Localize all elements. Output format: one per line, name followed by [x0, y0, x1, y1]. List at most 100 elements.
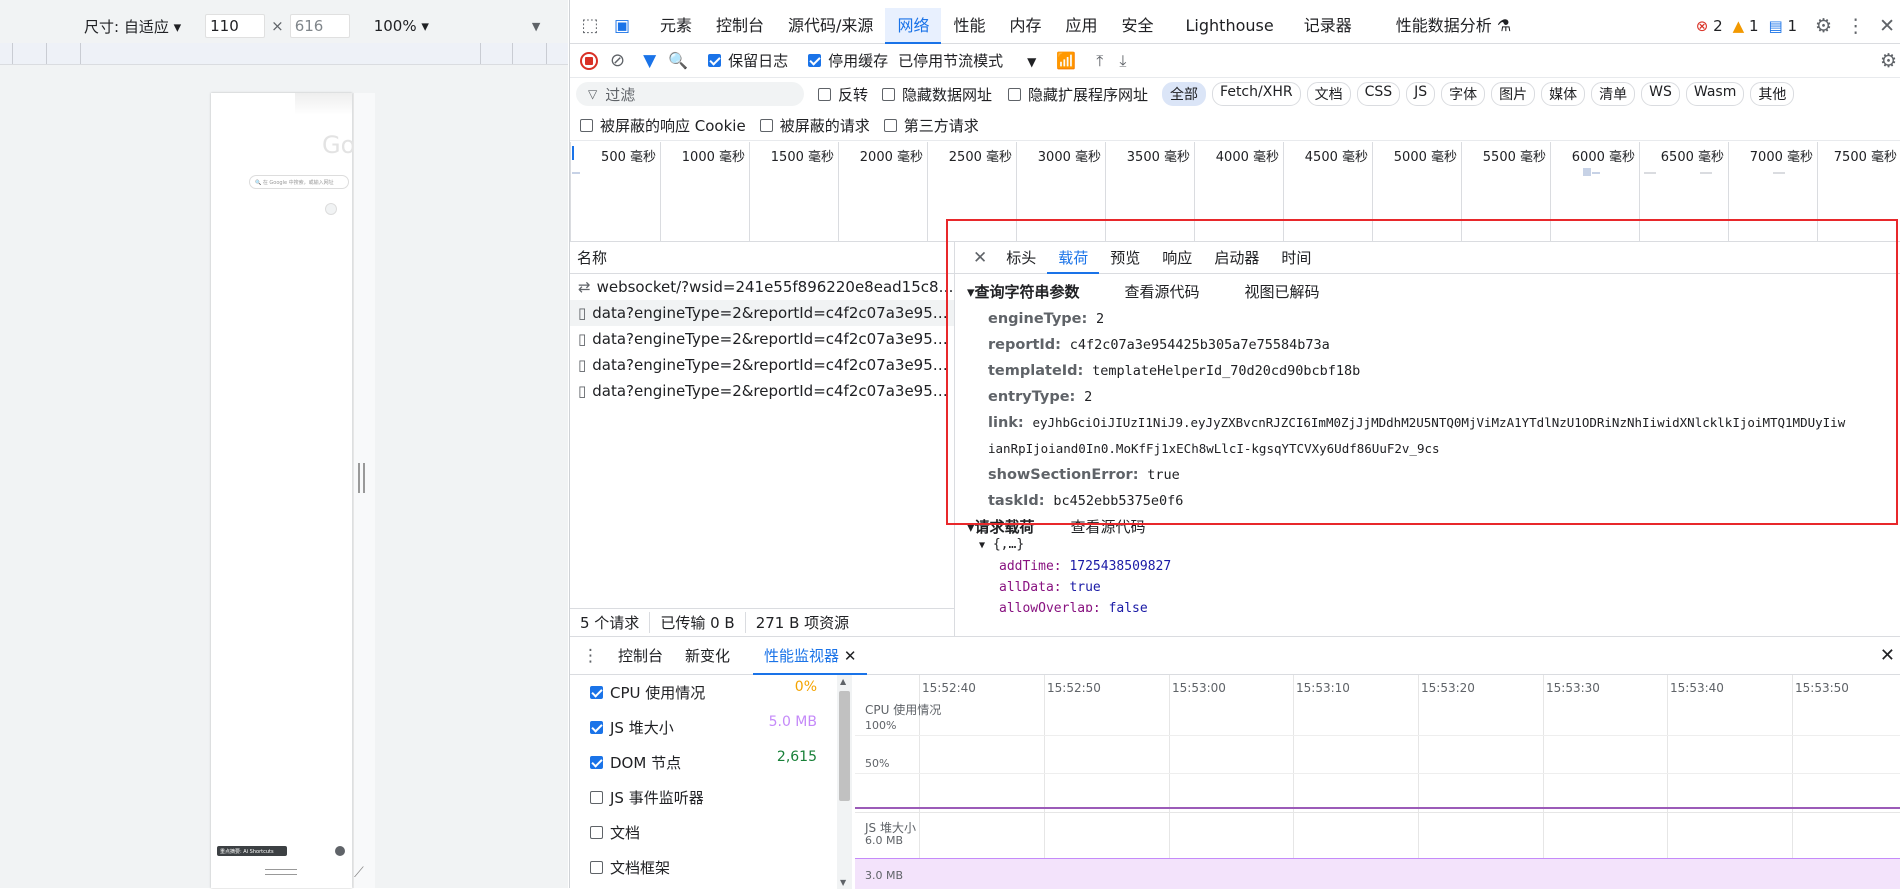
- more-options-icon[interactable]: ⋮: [1846, 15, 1865, 37]
- disable-cache-checkbox[interactable]: 停用缓存: [808, 50, 888, 71]
- info-badge[interactable]: ▤ 1: [1769, 17, 1798, 35]
- metric-js-listeners[interactable]: JS 事件监听器: [570, 780, 837, 815]
- height-input[interactable]: 616: [289, 14, 350, 38]
- request-row[interactable]: ▯ data?engineType=2&reportId=c4f2c07a3e95…: [570, 300, 954, 326]
- width-input[interactable]: 110: [205, 14, 266, 38]
- close-drawer-icon[interactable]: ✕: [1880, 645, 1895, 666]
- timeline-tick: 1000 毫秒: [660, 142, 749, 242]
- more-device-options-icon[interactable]: ▼: [532, 20, 540, 33]
- metric-frames[interactable]: 文档框架: [570, 850, 837, 885]
- payload-tree-root[interactable]: ▼ {,…}: [955, 534, 1900, 556]
- record-stop-icon[interactable]: [580, 51, 598, 70]
- drawer-tab-performance-monitor[interactable]: 性能监视器 ✕: [753, 637, 868, 675]
- tab-lighthouse[interactable]: Lighthouse: [1166, 8, 1286, 44]
- invert-checkbox[interactable]: 反转: [818, 84, 868, 105]
- request-list-header[interactable]: 名称: [570, 242, 954, 274]
- payload-key: allData:: [999, 580, 1062, 595]
- search-icon[interactable]: 🔍: [668, 51, 688, 70]
- metric-documents[interactable]: 文档: [570, 815, 837, 850]
- request-row[interactable]: ▯ data?engineType=2&reportId=c4f2c07a3e95…: [570, 378, 954, 404]
- phone-shortcut-icon[interactable]: [325, 203, 337, 215]
- export-har-icon[interactable]: ⤓: [1119, 51, 1126, 71]
- tab-console[interactable]: 控制台: [704, 8, 776, 44]
- phone-scrollbar[interactable]: [353, 93, 375, 888]
- zoom-label: 100%: [373, 17, 417, 35]
- throttling-dropdown[interactable]: 已停用节流模式 ▼: [898, 50, 1036, 71]
- chart-time-label: 15:53:30: [1546, 681, 1600, 695]
- disable-cache-label: 停用缓存: [828, 52, 889, 70]
- tab-performance-insights[interactable]: 性能数据分析 ⚗: [1364, 8, 1523, 44]
- settings-gear-icon[interactable]: ⚙: [1815, 15, 1832, 37]
- flask-icon: ⚗: [1496, 15, 1512, 35]
- tab-performance[interactable]: 性能: [941, 8, 997, 44]
- filter-chip-js[interactable]: JS: [1406, 82, 1436, 106]
- filter-chip-doc[interactable]: 文档: [1306, 82, 1351, 106]
- metric-dom-nodes[interactable]: DOM 节点 2,615: [570, 745, 837, 780]
- network-settings-gear-icon[interactable]: ⚙: [1880, 50, 1897, 72]
- drawer-tab-console[interactable]: 控制台: [607, 637, 674, 675]
- tab-memory[interactable]: 内存: [997, 8, 1053, 44]
- filter-icon[interactable]: ▼: [643, 51, 656, 71]
- timeline-tick: 1500 毫秒: [749, 142, 838, 242]
- resize-handle-icon[interactable]: [358, 463, 360, 493]
- filter-chip-all[interactable]: 全部: [1162, 82, 1207, 106]
- network-conditions-icon[interactable]: 📶: [1056, 51, 1076, 70]
- filter-chip-fetch-xhr[interactable]: Fetch/XHR: [1212, 82, 1301, 106]
- close-tab-icon[interactable]: ✕: [844, 647, 857, 665]
- warning-badge[interactable]: ▲ 1: [1733, 17, 1759, 35]
- corner-resize-icon[interactable]: ⟋: [354, 866, 368, 880]
- phone-bottom-pill[interactable]: 重点摘要: Ai Shortcuts: [217, 846, 287, 856]
- metric-cpu[interactable]: CPU 使用情况 0%: [570, 675, 837, 710]
- third-party-checkbox[interactable]: 第三方请求: [883, 115, 979, 136]
- devtools-tabbar: ⬚ ▣ 元素 控制台 源代码/来源 网络 性能 内存 应用 安全 Lightho…: [570, 7, 1900, 44]
- error-badge[interactable]: ⊗ 2: [1696, 17, 1723, 35]
- tab-network[interactable]: 网络: [885, 7, 942, 44]
- drawer-menu-icon[interactable]: ⋮: [582, 646, 599, 666]
- bottom-resize-handle-icon[interactable]: [265, 869, 297, 875]
- tab-recorder[interactable]: 记录器: [1286, 8, 1364, 44]
- import-har-icon[interactable]: ⤒: [1096, 51, 1103, 71]
- request-row[interactable]: ⇄ websocket/?wsid=241e55f896220e8ead15c81…: [570, 274, 954, 300]
- clear-icon[interactable]: ⊘: [610, 50, 625, 71]
- metrics-scrollbar[interactable]: ▲ ▼: [837, 675, 852, 889]
- transferred-size: 已传输 0 B: [650, 612, 746, 633]
- bottom-drawer: ⋮ 控制台 新变化 性能监视器 ✕ ✕ CPU 使用情况 0% JS 堆大小 5.0…: [570, 636, 1900, 889]
- drawer-tab-changes[interactable]: 新变化: [674, 637, 741, 675]
- metric-js-heap[interactable]: JS 堆大小 5.0 MB: [570, 710, 837, 745]
- filter-chip-manifest[interactable]: 清单: [1591, 82, 1636, 106]
- phone-edit-icon[interactable]: [335, 846, 345, 856]
- hide-data-urls-checkbox[interactable]: 隐藏数据网址: [882, 84, 992, 105]
- device-size-dropdown[interactable]: 尺寸: 自适应 ▾: [84, 16, 181, 37]
- request-name: data?engineType=2&reportId=c4f2c07a3e954…: [592, 304, 954, 322]
- filter-chip-ws[interactable]: WS: [1641, 82, 1680, 106]
- metrics-scroll-thumb[interactable]: [839, 691, 850, 801]
- tab-sources[interactable]: 源代码/来源: [776, 8, 885, 44]
- request-row[interactable]: ▯ data?engineType=2&reportId=c4f2c07a3e95…: [570, 326, 954, 352]
- preserve-log-checkbox[interactable]: 保留日志: [708, 50, 788, 71]
- filter-chip-wasm[interactable]: Wasm: [1685, 82, 1745, 106]
- filter-input[interactable]: ▽ 过滤: [576, 82, 804, 106]
- tab-security[interactable]: 安全: [1110, 8, 1166, 44]
- device-toggle-icon[interactable]: ▣: [612, 16, 632, 36]
- blocked-cookies-checkbox[interactable]: 被屏蔽的响应 Cookie: [580, 115, 746, 136]
- close-devtools-icon[interactable]: ✕: [1879, 15, 1895, 37]
- device-screen[interactable]: Go 🔍 在 Google 中搜索，或输入网址 重点摘要: Ai Shortcu…: [211, 93, 355, 888]
- phone-search-placeholder: 在 Google 中搜索，或输入网址: [262, 180, 334, 186]
- tab-performance-insights-label: 性能数据分析: [1395, 15, 1492, 35]
- phone-search-box[interactable]: 🔍 在 Google 中搜索，或输入网址: [249, 175, 349, 189]
- filter-chip-img[interactable]: 图片: [1491, 82, 1536, 106]
- blocked-requests-checkbox[interactable]: 被屏蔽的请求: [759, 115, 870, 136]
- filter-chip-other[interactable]: 其他: [1750, 82, 1795, 106]
- inspect-element-icon[interactable]: ⬚: [580, 15, 600, 36]
- request-row[interactable]: ▯ data?engineType=2&reportId=c4f2c07a3e95…: [570, 352, 954, 378]
- hide-extension-urls-checkbox[interactable]: 隐藏扩展程序网址: [1008, 84, 1148, 105]
- filter-chip-css[interactable]: CSS: [1356, 82, 1401, 106]
- tab-elements[interactable]: 元素: [648, 8, 704, 44]
- filter-chip-font[interactable]: 字体: [1441, 82, 1486, 106]
- tab-application[interactable]: 应用: [1053, 8, 1109, 44]
- scroll-down-icon[interactable]: ▼: [840, 878, 846, 887]
- filter-chip-media[interactable]: 媒体: [1541, 82, 1586, 106]
- scroll-up-icon[interactable]: ▲: [840, 677, 846, 686]
- zoom-dropdown[interactable]: 100% ▾: [374, 17, 429, 35]
- device-toolbar: 尺寸: 自适应 ▾ 110 × 616 100% ▾ ▼: [0, 10, 568, 42]
